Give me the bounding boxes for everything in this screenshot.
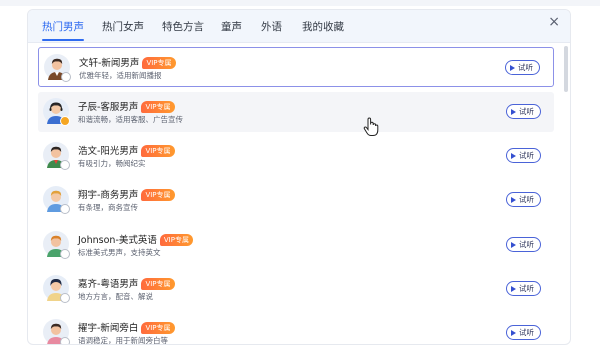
avatar-status-badge: [60, 116, 70, 126]
voice-avatar-icon: [43, 231, 70, 259]
vip-badge: VIP专属: [141, 322, 175, 334]
listen-button[interactable]: 试听: [505, 60, 540, 75]
listen-label: 试听: [519, 151, 534, 160]
voice-name-text: 子辰-客服男声: [78, 102, 139, 113]
voice-row-zhuoyu[interactable]: 擢宇-新闻旁白 VIP专属 语调稳定，用于新闻旁白等 试听: [38, 313, 554, 345]
voice-row-wenxuan[interactable]: 文轩-新闻男声 VIP专属 优雅年轻，适用新闻播报 试听: [38, 47, 554, 87]
tab-hot-female[interactable]: 热门女声: [102, 19, 144, 34]
tab-favorites[interactable]: 我的收藏: [302, 19, 344, 34]
close-icon[interactable]: ×: [548, 15, 560, 29]
tab-child-voice[interactable]: 童声: [221, 19, 242, 34]
listen-label: 试听: [519, 195, 534, 204]
hand-cursor-icon: [362, 117, 380, 137]
voice-name: 擢宇-新闻旁白 VIP专属: [78, 320, 175, 334]
voice-name-text: Johnson-美式英语: [78, 235, 157, 246]
listen-button[interactable]: 试听: [506, 104, 541, 119]
avatar-status-badge: [60, 249, 70, 259]
voice-row-johnson[interactable]: Johnson-美式英语 VIP专属 标准美式男声，支持英文 试听: [38, 225, 554, 265]
avatar-status-badge: [60, 337, 70, 344]
play-icon: [511, 108, 516, 115]
voice-name: 文轩-新闻男声 VIP专属: [79, 55, 176, 69]
listen-button[interactable]: 试听: [506, 325, 541, 340]
voice-name-text: 文轩-新闻男声: [79, 58, 140, 69]
voice-description: 标准美式男声，支持英文: [78, 248, 161, 257]
voice-avatar-icon: [43, 186, 70, 214]
listen-button[interactable]: 试听: [506, 281, 541, 296]
vip-badge: VIP专属: [141, 278, 175, 290]
tab-label: 外语: [261, 21, 282, 33]
tab-label: 特色方言: [162, 21, 204, 33]
play-icon: [511, 152, 516, 159]
voice-row-haowen[interactable]: 浩文-阳光男声 VIP专属 有吸引力，畅阅纪实 试听: [38, 136, 554, 176]
tab-label: 童声: [221, 21, 242, 33]
voice-description: 优雅年轻，适用新闻播报: [79, 71, 162, 80]
voice-avatar-icon: [43, 98, 70, 126]
voice-name: Johnson-美式英语 VIP专属: [78, 232, 193, 246]
vip-badge: VIP专属: [142, 57, 176, 69]
vip-badge: VIP专属: [141, 189, 175, 201]
tab-dialect[interactable]: 特色方言: [162, 19, 204, 34]
listen-button[interactable]: 试听: [506, 148, 541, 163]
tab-label: 热门女声: [102, 21, 144, 33]
voice-picker-panel: 热门男声 热门女声 特色方言 童声 外语 我的收藏 × 文轩-新闻男声 VIP专…: [27, 9, 571, 345]
listen-label: 试听: [519, 284, 534, 293]
listen-label: 试听: [518, 63, 533, 72]
list-scrollbar[interactable]: [564, 46, 568, 92]
play-icon: [511, 196, 516, 203]
avatar-status-badge: [60, 160, 70, 170]
voice-name: 嘉齐-粤语男声 VIP专属: [78, 276, 175, 290]
vip-badge: VIP专属: [159, 234, 193, 246]
page-top-strip: [0, 0, 600, 6]
vip-badge: VIP专属: [141, 145, 175, 157]
voice-category-tabs: 热门男声 热门女声 特色方言 童声 外语 我的收藏 ×: [28, 10, 570, 43]
voice-row-zichen[interactable]: 子辰-客服男声 VIP专属 和谐流畅，适用客服、广告宣传 试听: [38, 92, 554, 132]
play-icon: [511, 241, 516, 248]
voice-row-jiaqi[interactable]: 嘉齐-粤语男声 VIP专属 地方方言，配音、解说 试听: [38, 269, 554, 309]
listen-button[interactable]: 试听: [506, 237, 541, 252]
voice-description: 有条理，商务宣传: [78, 203, 138, 212]
avatar-status-badge: [60, 204, 70, 214]
listen-label: 试听: [519, 240, 534, 249]
listen-label: 试听: [519, 107, 534, 116]
voice-name-text: 翔宇-商务男声: [78, 190, 139, 201]
play-icon: [510, 64, 515, 71]
play-icon: [511, 285, 516, 292]
voice-row-xiangyu[interactable]: 翔宇-商务男声 VIP专属 有条理，商务宣传 试听: [38, 180, 554, 220]
listen-label: 试听: [519, 328, 534, 337]
tab-foreign[interactable]: 外语: [261, 19, 282, 34]
listen-button[interactable]: 试听: [506, 192, 541, 207]
voice-name: 子辰-客服男声 VIP专属: [78, 99, 175, 113]
tab-hot-male[interactable]: 热门男声: [42, 19, 84, 41]
voice-description: 有吸引力，畅阅纪实: [78, 159, 146, 168]
play-icon: [511, 329, 516, 336]
avatar-status-badge: [61, 72, 71, 82]
voice-description: 地方方言，配音、解说: [78, 292, 153, 301]
voice-name: 浩文-阳光男声 VIP专属: [78, 143, 175, 157]
voice-avatar-icon: [43, 275, 70, 303]
voice-description: 和谐流畅，适用客服、广告宣传: [78, 115, 183, 124]
tab-label: 我的收藏: [302, 21, 344, 33]
active-tab-indicator: [42, 39, 84, 41]
voice-avatar-icon: [43, 142, 70, 170]
voice-name-text: 擢宇-新闻旁白: [78, 323, 139, 334]
voice-name-text: 嘉齐-粤语男声: [78, 279, 139, 290]
vip-badge: VIP专属: [141, 101, 175, 113]
avatar-status-badge: [60, 293, 70, 303]
voice-name: 翔宇-商务男声 VIP专属: [78, 187, 175, 201]
voice-name-text: 浩文-阳光男声: [78, 146, 139, 157]
voice-avatar-icon: [43, 319, 70, 344]
tab-label: 热门男声: [42, 21, 84, 33]
voice-description: 语调稳定，用于新闻旁白等: [78, 336, 168, 345]
voice-avatar-icon: [44, 54, 71, 82]
